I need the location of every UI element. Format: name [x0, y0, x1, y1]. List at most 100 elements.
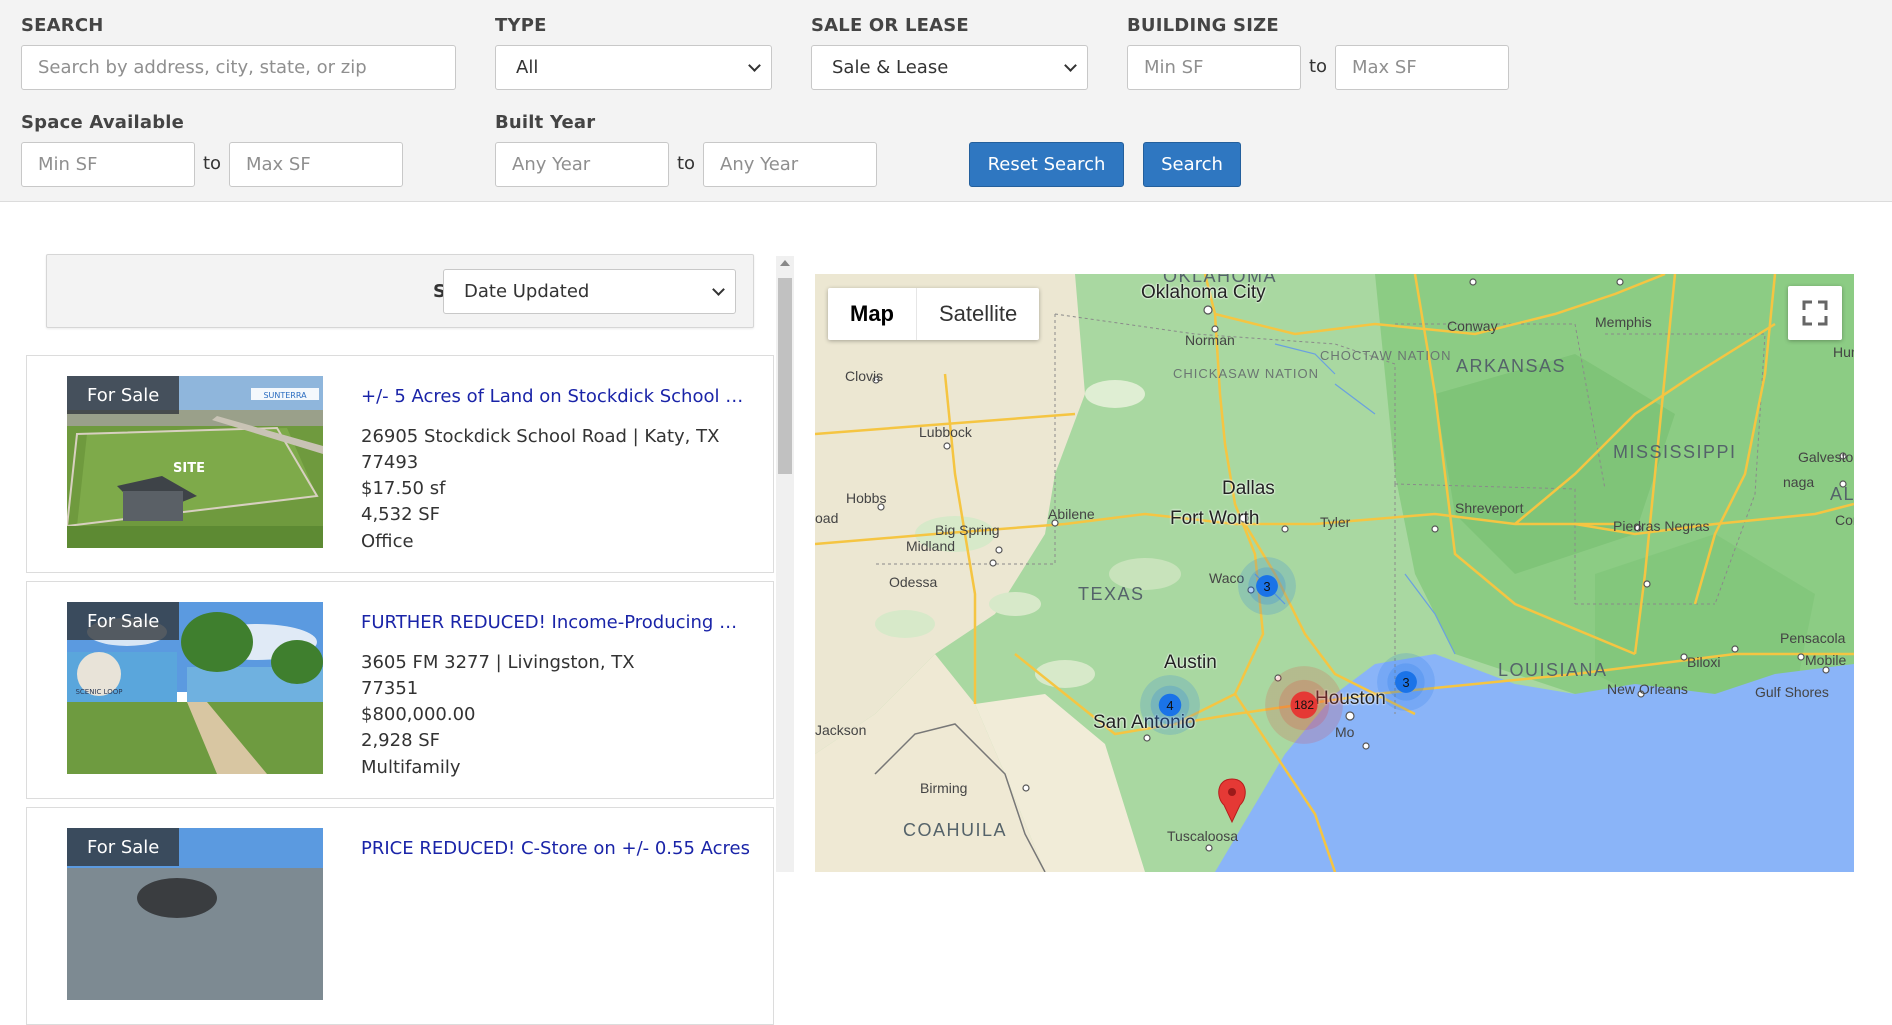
map-type-control: Map Satellite — [828, 288, 1040, 340]
city-label: Hobbs — [846, 490, 887, 506]
city-label: Pensacola — [1780, 630, 1846, 646]
city-label: Mo — [1335, 724, 1355, 740]
map-cluster[interactable]: 182 — [1265, 666, 1343, 744]
listing-card[interactable]: SCENIC LOOP For Sale FURTHER REDUCED! In… — [26, 581, 774, 799]
city-label: Conway — [1447, 318, 1498, 334]
listings-scrollbar[interactable] — [776, 256, 794, 872]
state-label: MISSISSIPPI — [1613, 442, 1737, 462]
listing-title-link[interactable]: FURTHER REDUCED! Income-Producing Multif… — [361, 612, 751, 633]
city-label: Fort Worth — [1170, 508, 1260, 529]
listing-image[interactable]: SCENIC LOOP For Sale — [67, 602, 323, 774]
state-label: LOUISIANA — [1498, 660, 1608, 680]
scenic-loop-logo-text: SCENIC LOOP — [75, 688, 122, 696]
city-label: Big Spring — [935, 522, 1000, 538]
building-size-min-input[interactable] — [1127, 45, 1301, 90]
listing-address: 26905 Stockdick School Road | Katy, TX — [361, 426, 720, 447]
search-button[interactable]: Search — [1143, 142, 1241, 187]
space-max-input[interactable] — [229, 142, 403, 187]
nation-label: CHOCTAW NATION — [1320, 348, 1452, 363]
city-label: Piedras Negras — [1613, 518, 1710, 534]
year-min-input[interactable] — [495, 142, 669, 187]
chevron-down-icon — [1064, 58, 1077, 72]
tab-map[interactable]: Map — [828, 288, 916, 340]
for-sale-badge: For Sale — [67, 602, 180, 640]
city-label: Clovis — [845, 368, 884, 384]
city-label: Biloxi — [1687, 654, 1721, 670]
city-label: Hun — [1833, 344, 1854, 360]
sale-or-lease-value: Sale & Lease — [832, 57, 949, 78]
search-panel: SEARCH TYPE All SALE OR LEASE Sale & Lea… — [0, 0, 1892, 202]
to-text: to — [677, 153, 696, 174]
listing-image[interactable]: SUNTERRA SITE For Sale — [67, 376, 323, 548]
type-select[interactable]: All — [495, 45, 772, 90]
built-year-label: Built Year — [495, 112, 596, 133]
listing-zip: 77351 — [361, 678, 419, 699]
city-label: Dallas — [1222, 478, 1275, 499]
city-label: Austin — [1164, 652, 1217, 673]
map-cluster[interactable]: 4 — [1140, 675, 1200, 735]
map-cluster[interactable]: 3 — [1377, 653, 1435, 711]
for-sale-badge: For Sale — [67, 828, 180, 866]
listing-image[interactable]: For Sale — [67, 828, 323, 1000]
year-max-input[interactable] — [703, 142, 877, 187]
site-overlay-text: SITE — [173, 461, 205, 476]
city-label: Abilene — [1048, 506, 1095, 522]
fullscreen-button[interactable] — [1788, 286, 1842, 340]
type-label: TYPE — [495, 15, 547, 36]
listing-size: 4,532 SF — [361, 504, 441, 525]
listing-title-link[interactable]: PRICE REDUCED! C-Store on +/- 0.55 Acres — [361, 838, 751, 859]
sort-select-value: Date Updated — [464, 281, 590, 302]
state-label: TEXAS — [1078, 584, 1145, 604]
city-label: oad — [815, 510, 839, 526]
building-size-max-input[interactable] — [1335, 45, 1509, 90]
city-label: Birming — [920, 780, 968, 796]
city-label: Lubbock — [919, 424, 972, 440]
reset-search-button[interactable]: Reset Search — [969, 142, 1124, 187]
city-label: Gulf Shores — [1755, 684, 1829, 700]
scrollbar-thumb[interactable] — [778, 278, 792, 474]
listing-card[interactable]: SUNTERRA SITE For Sale +/- 5 Acres of La… — [26, 355, 774, 573]
tab-satellite[interactable]: Satellite — [917, 288, 1039, 340]
building-size-label: BUILDING SIZE — [1127, 15, 1279, 36]
listing-type: Multifamily — [361, 757, 461, 778]
chevron-down-icon — [748, 58, 761, 72]
city-label: Corpus Christi — [1835, 512, 1854, 528]
map-cluster[interactable]: 3 — [1238, 557, 1296, 615]
sale-or-lease-select[interactable]: Sale & Lease — [811, 45, 1088, 90]
listing-price: $17.50 sf — [361, 478, 446, 499]
city-label: Memphis — [1595, 314, 1652, 330]
sort-select[interactable]: Date Updated — [443, 269, 736, 314]
sunterra-logo-text: SUNTERRA — [263, 391, 307, 400]
city-label: Tyler — [1320, 514, 1351, 530]
state-label: ALAB — [1830, 484, 1854, 504]
city-label: Odessa — [889, 574, 938, 590]
for-sale-badge: For Sale — [67, 376, 180, 414]
listing-card[interactable]: For Sale PRICE REDUCED! C-Store on +/- 0… — [26, 807, 774, 1025]
sale-or-lease-label: SALE OR LEASE — [811, 15, 969, 36]
listing-zip: 77493 — [361, 452, 419, 473]
type-select-value: All — [516, 57, 539, 78]
search-label: SEARCH — [21, 15, 104, 36]
listing-size: 2,928 SF — [361, 730, 441, 751]
scroll-up-arrow-icon[interactable] — [780, 260, 790, 266]
listing-type: Office — [361, 531, 414, 552]
city-label: naga — [1783, 474, 1815, 490]
chevron-down-icon — [712, 282, 725, 296]
search-input[interactable] — [21, 45, 456, 90]
nation-label: CHICKASAW NATION — [1173, 366, 1320, 381]
fullscreen-icon — [1802, 300, 1828, 326]
city-label: Norman — [1185, 332, 1235, 348]
to-text: to — [1309, 56, 1328, 77]
listing-price: $800,000.00 — [361, 704, 476, 725]
state-label: COAHUILA — [903, 820, 1008, 840]
space-min-input[interactable] — [21, 142, 195, 187]
map[interactable]: OKLAHOMA Oklahoma City Norman Conway Mem… — [815, 274, 1854, 872]
city-label: Galveston — [1798, 449, 1854, 465]
city-label: Shreveport — [1455, 500, 1524, 516]
listing-title-link[interactable]: +/- 5 Acres of Land on Stockdick School … — [361, 386, 751, 407]
space-available-label: Space Available — [21, 112, 185, 133]
city-label: Tuscaloosa — [1167, 828, 1239, 844]
city-label: Jackson — [815, 722, 867, 738]
to-text: to — [203, 153, 222, 174]
city-label: Oklahoma City — [1141, 282, 1266, 303]
